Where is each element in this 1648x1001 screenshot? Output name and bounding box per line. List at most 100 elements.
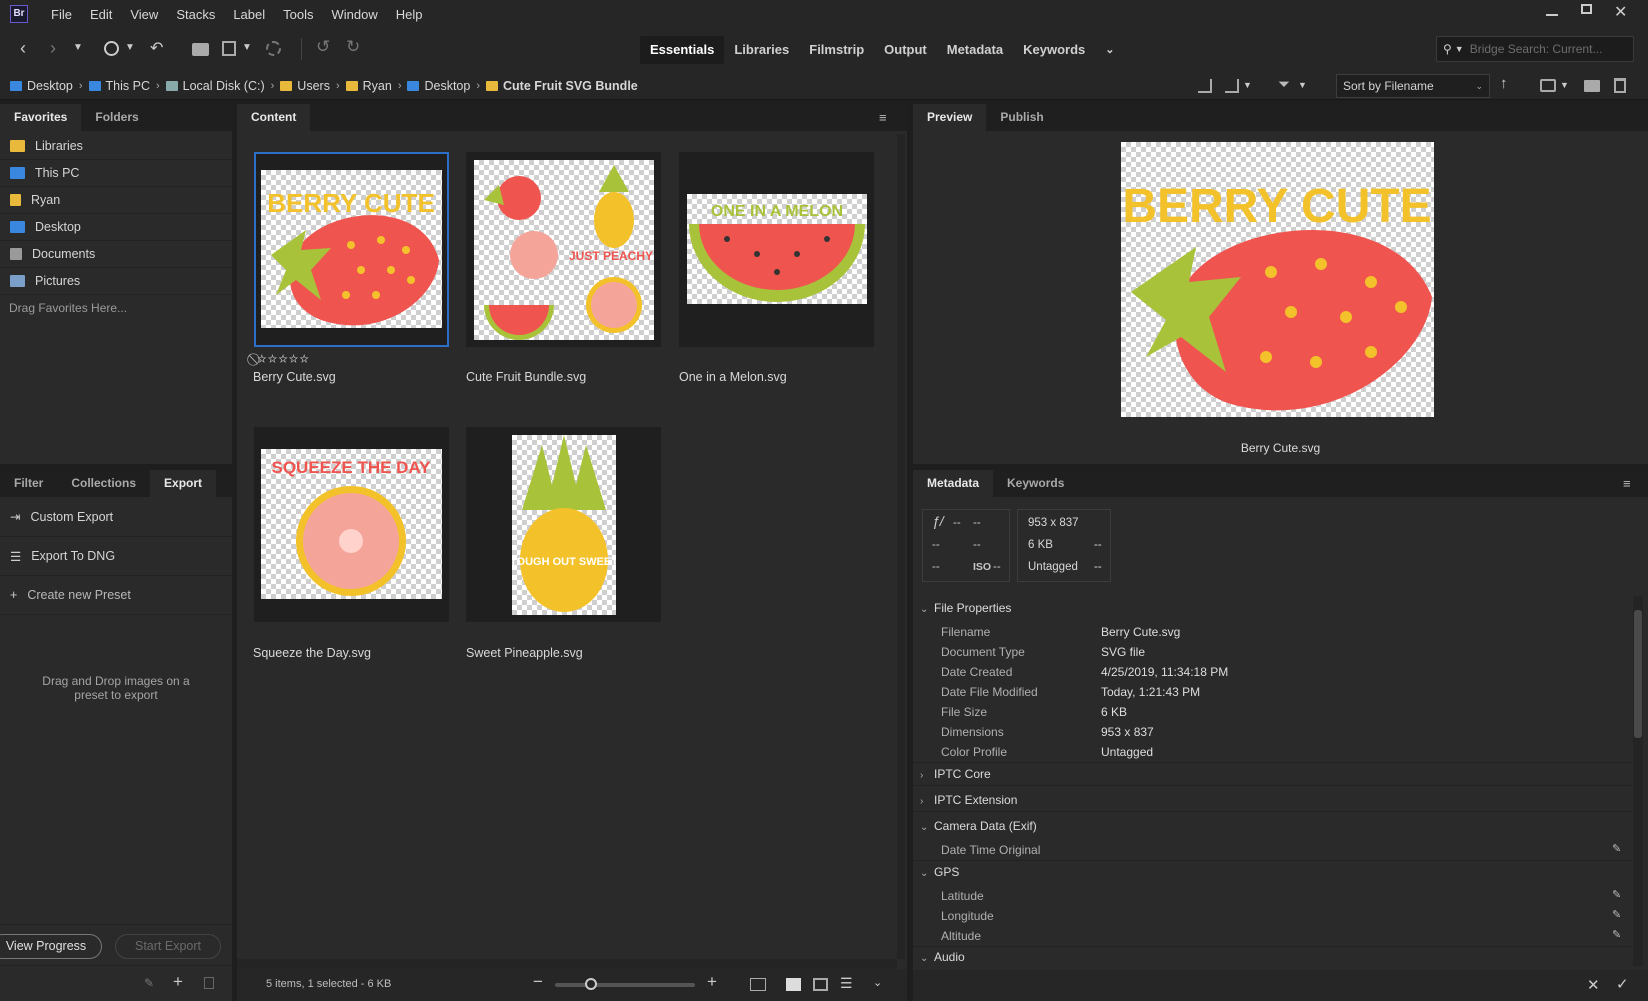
metadata-scrollbar[interactable] <box>1633 596 1643 966</box>
breadcrumb-item[interactable]: Desktop <box>424 79 470 93</box>
rating-stars[interactable]: ⃠☆☆☆☆☆ <box>256 352 310 367</box>
edit-pencil-icon[interactable]: ✎ <box>1612 842 1621 855</box>
chevron-down-icon[interactable]: ▼ <box>1243 80 1252 90</box>
rotate-left-icon[interactable]: ↺ <box>316 37 330 57</box>
workspace-essentials[interactable]: Essentials <box>640 36 725 64</box>
cancel-icon[interactable]: ✕ <box>1587 976 1600 994</box>
breadcrumb-current[interactable]: Cute Fruit SVG Bundle <box>503 79 638 93</box>
tab-favorites[interactable]: Favorites <box>0 104 82 131</box>
rotate-right-icon[interactable]: ↻ <box>346 37 360 57</box>
section-gps[interactable]: ⌄ GPS <box>912 860 1632 884</box>
section-iptc-core[interactable]: › IPTC Core <box>912 762 1632 786</box>
breadcrumb-item[interactable]: This PC <box>106 79 150 93</box>
favorite-item-pictures[interactable]: Pictures <box>0 268 232 295</box>
start-export-button[interactable]: Start Export <box>115 934 221 959</box>
favorite-item-desktop[interactable]: Desktop <box>0 214 232 241</box>
menu-stacks[interactable]: Stacks <box>167 7 224 22</box>
camera-icon[interactable] <box>192 43 209 56</box>
panel-menu-icon[interactable]: ≡ <box>1623 476 1631 491</box>
tab-keywords[interactable]: Keywords <box>993 470 1078 497</box>
recent-icon[interactable] <box>104 41 119 56</box>
menu-tools[interactable]: Tools <box>274 7 322 22</box>
breadcrumb-item[interactable]: Desktop <box>27 79 73 93</box>
menu-view[interactable]: View <box>121 7 167 22</box>
copy-icon[interactable] <box>222 41 236 56</box>
workspace-keywords[interactable]: Keywords <box>1013 36 1095 64</box>
view-progress-button[interactable]: View Progress <box>0 934 102 959</box>
section-iptc-extension[interactable]: › IPTC Extension <box>912 788 1632 812</box>
minimize-icon[interactable] <box>1546 14 1558 16</box>
search-box[interactable]: ⚲ ▼ Bridge Search: Current... <box>1436 36 1634 62</box>
breadcrumb-item[interactable]: Users <box>297 79 330 93</box>
quality-icon[interactable] <box>1198 79 1212 93</box>
tab-metadata[interactable]: Metadata <box>913 470 994 497</box>
tab-publish[interactable]: Publish <box>986 104 1057 131</box>
thumbnail-cute-fruit-bundle[interactable]: JUST PEACHY <box>466 152 661 347</box>
workspace-filmstrip[interactable]: Filmstrip <box>799 36 874 64</box>
thumbnail-one-in-a-melon[interactable]: ONE IN A MELON <box>679 152 874 347</box>
thumbnail-sweet-pineapple[interactable]: TOUGH OUT SWEET <box>466 427 661 622</box>
create-preset-button[interactable]: + Create new Preset <box>0 576 232 615</box>
export-item-custom[interactable]: ⇥ Custom Export <box>0 497 232 537</box>
sort-dropdown[interactable]: Sort by Filename ⌄ <box>1336 74 1490 98</box>
add-icon[interactable]: + <box>173 972 183 992</box>
grid-lock-icon[interactable] <box>750 978 766 991</box>
list-view-icon[interactable]: ☰ <box>840 975 853 992</box>
forward-icon[interactable]: › <box>50 38 56 59</box>
favorite-item-this-pc[interactable]: This PC <box>0 160 232 187</box>
rating-filter-icon[interactable] <box>1225 79 1239 93</box>
zoom-in-icon[interactable]: + <box>707 972 717 992</box>
chevron-down-icon[interactable]: ▼ <box>73 42 83 53</box>
section-file-properties[interactable]: ⌄ File Properties <box>912 596 1632 620</box>
slider-handle[interactable] <box>585 978 597 990</box>
trash-icon[interactable] <box>1614 78 1626 93</box>
close-icon[interactable]: ✕ <box>1614 2 1627 22</box>
details-view-icon[interactable] <box>813 978 828 991</box>
sort-ascending-icon[interactable]: ↑ <box>1500 75 1508 92</box>
menu-label[interactable]: Label <box>224 7 274 22</box>
thumbnail-size-slider[interactable] <box>555 983 695 987</box>
content-scrollbar[interactable] <box>897 134 905 959</box>
maximize-icon[interactable] <box>1581 4 1592 14</box>
section-audio[interactable]: ⌄ Audio <box>912 946 1632 968</box>
refine-icon[interactable] <box>266 41 281 56</box>
edit-pencil-icon[interactable]: ✎ <box>1612 908 1621 921</box>
scrollbar-thumb[interactable] <box>1634 610 1642 738</box>
menu-edit[interactable]: Edit <box>81 7 121 22</box>
zoom-out-icon[interactable]: − <box>533 972 543 992</box>
panel-menu-icon[interactable]: ≡ <box>879 110 887 125</box>
menu-window[interactable]: Window <box>323 7 387 22</box>
workspace-metadata[interactable]: Metadata <box>937 36 1013 64</box>
boomerang-icon[interactable]: ↶ <box>150 38 163 58</box>
section-camera-data[interactable]: ⌄ Camera Data (Exif) <box>912 814 1632 838</box>
chevron-down-icon[interactable]: ▼ <box>1560 80 1569 90</box>
tab-folders[interactable]: Folders <box>81 104 152 131</box>
favorite-item-libraries[interactable]: Libraries <box>0 133 232 160</box>
apply-icon[interactable]: ✓ <box>1616 975 1629 993</box>
export-item-dng[interactable]: ☰ Export To DNG <box>0 537 232 576</box>
workspace-libraries[interactable]: Libraries <box>724 36 799 64</box>
tab-collections[interactable]: Collections <box>57 470 150 497</box>
tab-preview[interactable]: Preview <box>913 104 987 131</box>
back-icon[interactable]: ‹ <box>20 38 26 59</box>
edit-pencil-icon[interactable]: ✎ <box>1612 928 1621 941</box>
tab-export[interactable]: Export <box>150 470 217 497</box>
chevron-down-icon[interactable]: ▼ <box>1298 80 1307 90</box>
trash-icon[interactable] <box>204 977 214 989</box>
filter-icon[interactable]: ⏷ <box>1278 76 1290 93</box>
thumbnail-berry-cute[interactable]: BERRY CUTE <box>254 152 449 347</box>
edit-pencil-icon[interactable]: ✎ <box>1612 888 1621 901</box>
menu-help[interactable]: Help <box>387 7 432 22</box>
chevron-down-icon[interactable]: ⌄ <box>873 976 882 989</box>
edit-pencil-icon[interactable]: ✎ <box>144 976 154 990</box>
favorite-item-documents[interactable]: Documents <box>0 241 232 268</box>
workspace-output[interactable]: Output <box>874 36 937 64</box>
breadcrumb-item[interactable]: Ryan <box>363 79 392 93</box>
favorite-item-ryan[interactable]: Ryan <box>0 187 232 214</box>
tab-content[interactable]: Content <box>237 104 311 131</box>
chevron-down-icon[interactable]: ▼ <box>125 42 135 53</box>
content-hscrollbar[interactable] <box>237 959 897 969</box>
open-recent-icon[interactable] <box>1540 79 1556 92</box>
chevron-down-icon[interactable]: ▼ <box>242 42 252 53</box>
new-folder-icon[interactable] <box>1584 80 1600 92</box>
